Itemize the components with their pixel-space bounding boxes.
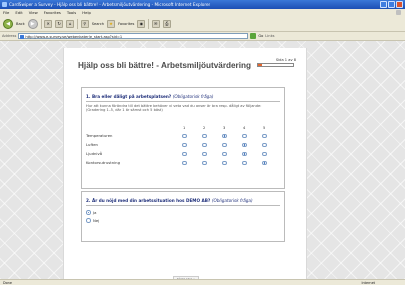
question-1-divider <box>86 101 280 102</box>
progress-bar <box>257 63 294 67</box>
print-icon[interactable]: ⎙ <box>162 19 171 28</box>
question-1-title: 1. Bra eller dåligt på arbetsplatsen? (O… <box>86 94 214 99</box>
menu-bar: File Edit View Favorites Tools Help <box>0 9 405 16</box>
question-1: 1. Bra eller dåligt på arbetsplatsen? (O… <box>81 87 285 189</box>
radio-option[interactable] <box>242 142 247 147</box>
toolbar-separator <box>148 18 149 29</box>
status-text: Done <box>3 280 12 285</box>
scale-header-2: 2 <box>203 126 206 130</box>
radio-option[interactable] <box>262 133 267 138</box>
radio-option[interactable] <box>182 160 187 165</box>
radio-option[interactable] <box>182 133 187 138</box>
toolbar-separator <box>40 18 42 29</box>
question-1-text: 1. Bra eller dåligt på arbetsplatsen? <box>86 94 172 99</box>
ie-icon <box>2 2 7 7</box>
menu-edit[interactable]: Edit <box>15 10 22 15</box>
row-label: Luften <box>86 142 98 147</box>
radio-option[interactable] <box>182 142 187 147</box>
row-label: Ljudnivå <box>86 151 103 156</box>
address-bar: Address http://www.e-survey.se/webenkate… <box>0 32 405 41</box>
radio-option[interactable] <box>262 142 267 147</box>
menu-tools[interactable]: Tools <box>67 10 76 15</box>
address-input[interactable]: http://www.e-survey.se/webenkater/e_star… <box>18 33 249 39</box>
survey-card: Hjälp oss bli bättre! - Arbetsmiljöutvär… <box>63 48 307 281</box>
mail-icon[interactable]: ✉ <box>151 19 160 28</box>
security-zone: Internet <box>361 280 375 285</box>
windows-logo-icon <box>396 10 401 15</box>
minimize-button[interactable] <box>380 1 387 8</box>
matrix-row-noise: Ljudnivå <box>82 150 286 158</box>
scale-header-1: 1 <box>183 126 186 130</box>
window-controls <box>380 1 403 8</box>
favorites-star-icon[interactable]: ★ <box>107 19 116 28</box>
radio-option[interactable] <box>202 133 207 138</box>
menu-file[interactable]: File <box>3 10 9 15</box>
status-bar: Done Internet <box>0 279 405 285</box>
radio-option[interactable] <box>222 160 227 165</box>
question-2-required-note: (Obligatorisk fråga) <box>211 198 253 203</box>
matrix-row-temperature: Temperaturen <box>82 132 286 140</box>
menu-help[interactable]: Help <box>82 10 91 15</box>
go-arrow-icon[interactable] <box>250 33 257 39</box>
radio-option[interactable] <box>86 218 91 223</box>
scale-header-4: 4 <box>243 126 246 130</box>
scale-header-5: 5 <box>263 126 266 130</box>
window-title: CardSwiper a Survey - Hjälp oss bli bätt… <box>9 2 211 7</box>
option-label: Nej <box>93 218 100 223</box>
page-content: Hjälp oss bli bättre! - Arbetsmiljöutvär… <box>0 41 405 281</box>
radio-option[interactable] <box>222 151 227 156</box>
back-label[interactable]: Back <box>16 22 25 26</box>
address-label: Address <box>2 34 17 38</box>
survey-title: Hjälp oss bli bättre! - Arbetsmiljöutvär… <box>78 61 252 70</box>
question-1-scale-hint: (Gradering 1–5, där 1 är sämst och 5 bäs… <box>86 108 163 113</box>
refresh-icon[interactable]: ↻ <box>55 19 64 28</box>
media-icon[interactable]: ◉ <box>137 19 146 28</box>
row-label: Temperaturen <box>86 133 113 138</box>
option-label: Ja <box>93 210 97 215</box>
radio-option[interactable] <box>242 151 247 156</box>
question-2-title: 2. Är du nöjd med din arbetssituation ho… <box>86 198 253 203</box>
title-bar: CardSwiper a Survey - Hjälp oss bli bätt… <box>0 0 405 9</box>
menu-view[interactable]: View <box>29 10 38 15</box>
radio-option[interactable] <box>222 133 227 138</box>
radio-option[interactable] <box>242 160 247 165</box>
toolbar-separator <box>77 18 78 29</box>
question-2-text: 2. Är du nöjd med din arbetssituation ho… <box>86 198 211 203</box>
matrix-row-air: Luften <box>82 141 286 149</box>
question-1-description: Hur att kunna förändra till det bättre b… <box>86 104 266 113</box>
page-indicator: Sida 1 av 8 <box>275 58 296 62</box>
maximize-button[interactable] <box>388 1 395 8</box>
radio-option[interactable] <box>86 210 91 215</box>
home-icon[interactable]: ⌂ <box>66 19 75 28</box>
question-1-required-note: (Obligatorisk fråga) <box>172 94 214 99</box>
radio-option[interactable] <box>262 151 267 156</box>
forward-arrow-icon[interactable]: ▶ <box>27 18 38 29</box>
radio-option[interactable] <box>182 151 187 156</box>
search-icon[interactable]: ⚲ <box>80 19 89 28</box>
question-2-divider <box>86 205 280 206</box>
radio-option[interactable] <box>202 151 207 156</box>
progress-fill <box>258 64 263 66</box>
go-button[interactable]: Go <box>258 34 263 38</box>
links-label[interactable]: Links <box>265 34 274 38</box>
row-label: Kontorsutrustning <box>86 160 120 165</box>
stop-icon[interactable]: ✕ <box>44 19 53 28</box>
menu-favorites[interactable]: Favorites <box>44 10 61 15</box>
radio-option[interactable] <box>202 160 207 165</box>
question-2: 2. Är du nöjd med din arbetssituation ho… <box>81 191 285 242</box>
back-arrow-icon[interactable]: ◀ <box>3 18 13 29</box>
radio-option[interactable] <box>202 142 207 147</box>
matrix-row-office-equipment: Kontorsutrustning <box>82 159 286 167</box>
radio-option[interactable] <box>242 133 247 138</box>
toolbar: ◀ Back ▶ ✕ ↻ ⌂ ⚲ Search ★ Favorites ◉ ✉ … <box>0 16 405 32</box>
radio-option[interactable] <box>262 160 267 165</box>
favorites-label[interactable]: Favorites <box>118 22 134 26</box>
search-label[interactable]: Search <box>92 22 104 26</box>
radio-option[interactable] <box>222 142 227 147</box>
close-button[interactable] <box>396 1 403 8</box>
scale-header-3: 3 <box>223 126 226 130</box>
